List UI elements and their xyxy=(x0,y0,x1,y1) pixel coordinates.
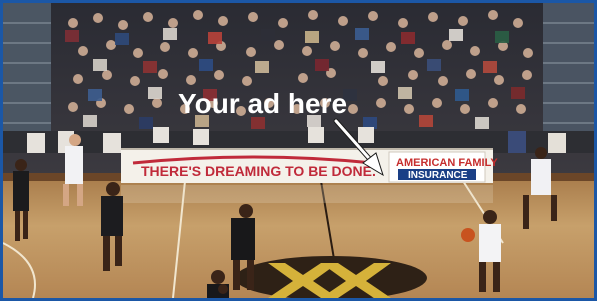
brand-name-top: AMERICAN FAMILY xyxy=(396,157,498,169)
arena-scene: THERE'S DREAMING TO BE DONE. AMERICAN FA… xyxy=(3,3,594,298)
photo-frame: THERE'S DREAMING TO BE DONE. AMERICAN FA… xyxy=(0,0,597,301)
basketball-arena-photo: THERE'S DREAMING TO BE DONE. AMERICAN FA… xyxy=(3,3,594,298)
banner-reflection xyxy=(121,185,493,203)
ad-placeholder-label: Your ad here xyxy=(178,88,347,119)
banner-slogan: THERE'S DREAMING TO BE DONE. xyxy=(141,163,376,179)
brand-name-bottom: INSURANCE xyxy=(408,170,468,181)
